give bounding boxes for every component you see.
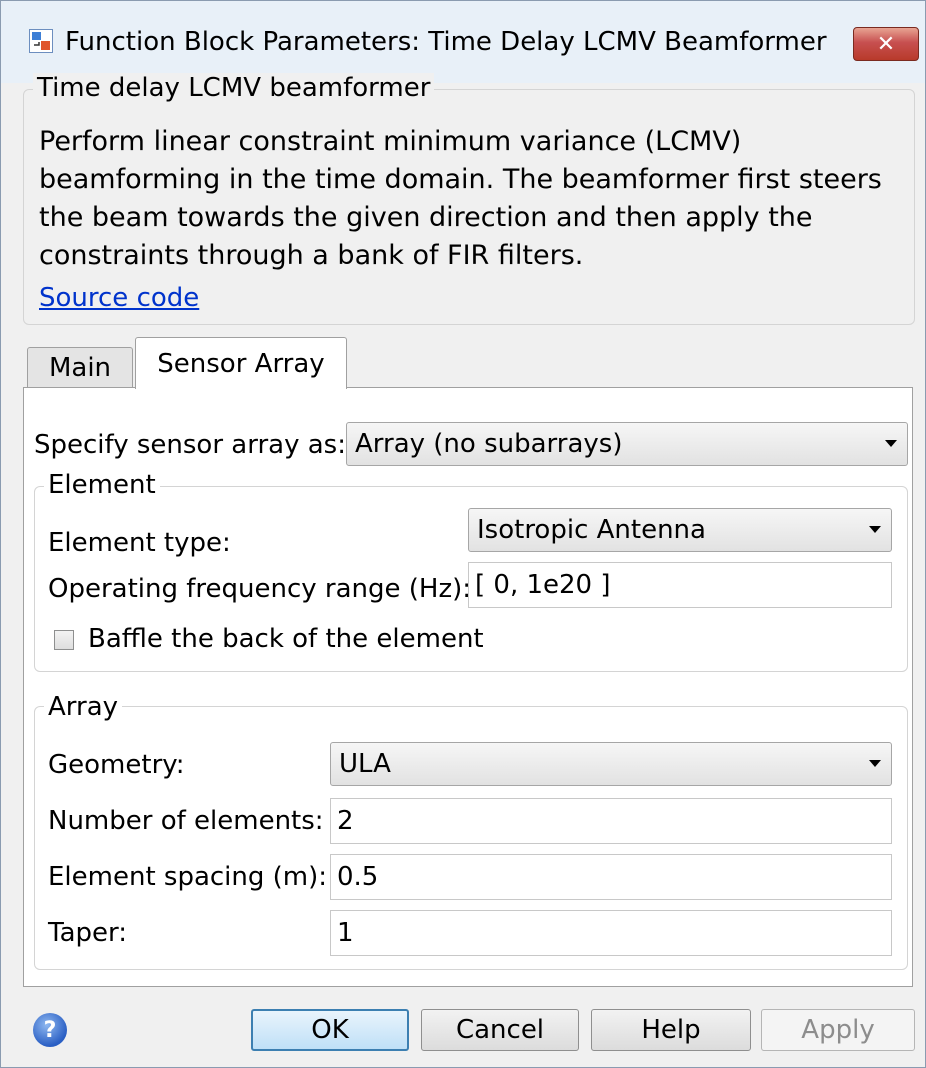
operating-frequency-label: Operating frequency range (Hz): — [48, 574, 472, 604]
taper-label: Taper: — [48, 918, 128, 948]
element-type-dropdown[interactable]: Isotropic Antenna — [468, 508, 892, 552]
element-type-label: Element type: — [48, 528, 231, 558]
taper-input[interactable]: 1 — [330, 910, 892, 956]
cancel-button-label: Cancel — [455, 1015, 545, 1045]
geometry-value: ULA — [339, 749, 391, 779]
element-group-title: Element — [44, 470, 160, 500]
number-of-elements-label: Number of elements: — [48, 806, 324, 836]
close-button[interactable]: ✕ — [853, 27, 919, 61]
number-of-elements-input[interactable]: 2 — [330, 798, 892, 844]
close-icon: ✕ — [876, 31, 896, 57]
help-icon[interactable]: ? — [33, 1013, 67, 1047]
dialog-window: Function Block Parameters: Time Delay LC… — [0, 0, 926, 1068]
tab-main[interactable]: Main — [27, 347, 133, 388]
help-button-label: Help — [641, 1015, 701, 1045]
block-description-text: Perform linear constraint minimum varian… — [39, 126, 882, 271]
number-of-elements-value: 2 — [337, 806, 354, 836]
operating-frequency-input[interactable]: [ 0, 1e20 ] — [468, 562, 892, 608]
baffle-checkbox[interactable] — [54, 630, 74, 650]
tab-sensor-array-label: Sensor Array — [157, 348, 325, 379]
ok-button-label: OK — [311, 1015, 349, 1045]
geometry-label: Geometry: — [48, 750, 185, 780]
help-button[interactable]: Help — [591, 1009, 751, 1051]
array-group-title: Array — [44, 692, 123, 722]
cancel-button[interactable]: Cancel — [421, 1009, 579, 1051]
apply-button-label: Apply — [801, 1015, 875, 1045]
chevron-down-icon — [885, 440, 897, 447]
specify-sensor-array-label: Specify sensor array as: — [34, 430, 346, 460]
specify-sensor-array-dropdown[interactable]: Array (no subarrays) — [346, 422, 908, 466]
geometry-dropdown[interactable]: ULA — [330, 742, 892, 786]
tab-main-label: Main — [48, 353, 112, 383]
tab-sensor-array[interactable]: Sensor Array — [135, 337, 347, 389]
sensor-array-panel: Specify sensor array as: Array (no subar… — [23, 387, 913, 987]
ok-button[interactable]: OK — [251, 1009, 409, 1051]
baffle-label[interactable]: Baffle the back of the element — [88, 624, 484, 654]
block-description-title: Time delay LCMV beamformer — [33, 73, 435, 103]
chevron-down-icon — [869, 760, 881, 767]
window-title: Function Block Parameters: Time Delay LC… — [65, 27, 827, 57]
element-type-value: Isotropic Antenna — [477, 515, 706, 545]
element-spacing-input[interactable]: 0.5 — [330, 854, 892, 900]
help-icon-glyph: ? — [43, 1017, 57, 1043]
title-bar[interactable]: Function Block Parameters: Time Delay LC… — [1, 1, 925, 83]
specify-sensor-array-value: Array (no subarrays) — [355, 429, 623, 459]
element-spacing-value: 0.5 — [337, 862, 379, 892]
source-code-link[interactable]: Source code — [39, 283, 199, 313]
apply-button[interactable]: Apply — [761, 1009, 915, 1051]
operating-frequency-value: [ 0, 1e20 ] — [475, 570, 611, 600]
simulink-block-icon — [29, 29, 53, 53]
element-spacing-label: Element spacing (m): — [48, 862, 328, 892]
chevron-down-icon — [869, 526, 881, 533]
taper-value: 1 — [337, 918, 354, 948]
